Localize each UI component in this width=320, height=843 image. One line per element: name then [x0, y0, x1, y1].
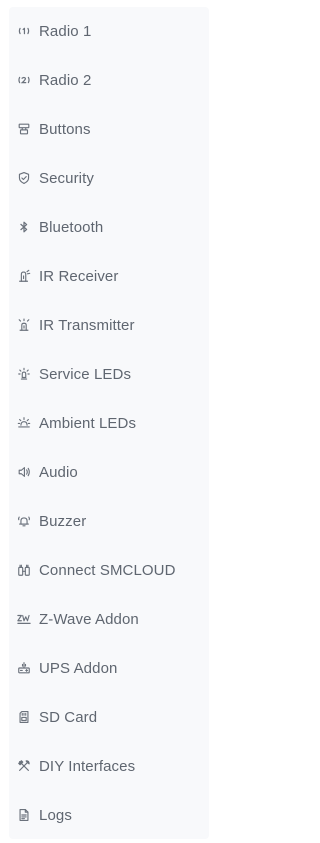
sidebar-item-label: Security: [39, 169, 94, 187]
sidebar-item-label: Ambient LEDs: [39, 414, 137, 432]
sidebar-item-buttons[interactable]: Buttons: [9, 109, 209, 149]
battery-plug-icon: [17, 661, 31, 675]
bell-ring-icon: [17, 514, 31, 528]
radio-signal-1-icon: [17, 24, 31, 38]
sidebar-item-label: Connect SMCLOUD: [39, 561, 176, 579]
sidebar-item-radio-1[interactable]: Radio 1: [9, 11, 209, 51]
sidebar-item-audio[interactable]: Audio: [9, 452, 209, 492]
speaker-icon: [17, 465, 31, 479]
sidebar-item-label: IR Receiver: [39, 267, 119, 285]
sidebar-item-diy-interfaces[interactable]: DIY Interfaces: [9, 746, 209, 786]
sidebar-item-logs[interactable]: Logs: [9, 795, 209, 835]
sidebar-item-service-leds[interactable]: Service LEDs: [9, 354, 209, 394]
radio-signal-2-icon: [17, 73, 31, 87]
ambient-light-icon: [17, 416, 31, 430]
sidebar-item-label: Buttons: [39, 120, 91, 138]
sidebar-item-zwave-addon[interactable]: Z-Wave Addon: [9, 599, 209, 639]
sidebar-item-label: DIY Interfaces: [39, 757, 136, 775]
document-icon: [17, 808, 31, 822]
led-bulb-icon: [17, 367, 31, 381]
sidebar-item-label: Service LEDs: [39, 365, 132, 383]
ir-receiver-icon: [17, 269, 31, 283]
sidebar-item-label: Radio 2: [39, 71, 92, 89]
sidebar-item-bluetooth[interactable]: Bluetooth: [9, 207, 209, 247]
sd-card-icon: [17, 710, 31, 724]
sidebar-item-sd-card[interactable]: SD Card: [9, 697, 209, 737]
shield-icon: [17, 171, 31, 185]
zwave-icon: [17, 612, 31, 626]
sidebar-item-label: Logs: [39, 806, 72, 824]
sidebar-item-buzzer[interactable]: Buzzer: [9, 501, 209, 541]
cloud-connect-icon: [17, 563, 31, 577]
sidebar-item-label: SD Card: [39, 708, 98, 726]
sidebar-item-ambient-leds[interactable]: Ambient LEDs: [9, 403, 209, 443]
bluetooth-icon: [17, 220, 31, 234]
sidebar-item-label: Z-Wave Addon: [39, 610, 139, 628]
sidebar-item-label: Bluetooth: [39, 218, 104, 236]
sidebar-item-label: IR Transmitter: [39, 316, 135, 334]
sidebar-item-ups-addon[interactable]: UPS Addon: [9, 648, 209, 688]
sidebar-item-ir-transmitter[interactable]: IR Transmitter: [9, 305, 209, 345]
tools-icon: [17, 759, 31, 773]
sidebar-item-connect-smcloud[interactable]: Connect SMCLOUD: [9, 550, 209, 590]
sidebar-item-ir-receiver[interactable]: IR Receiver: [9, 256, 209, 296]
sidebar-item-security[interactable]: Security: [9, 158, 209, 198]
sidebar-item-label: Buzzer: [39, 512, 87, 530]
buttons-icon: [17, 122, 31, 136]
sidebar-item-label: Audio: [39, 463, 78, 481]
sidebar-item-label: UPS Addon: [39, 659, 118, 677]
ir-transmitter-icon: [17, 318, 31, 332]
sidebar-nav: Radio 1 Radio 2 Buttons Security Bluetoo…: [9, 7, 209, 839]
sidebar-item-label: Radio 1: [39, 22, 92, 40]
sidebar-item-radio-2[interactable]: Radio 2: [9, 60, 209, 100]
